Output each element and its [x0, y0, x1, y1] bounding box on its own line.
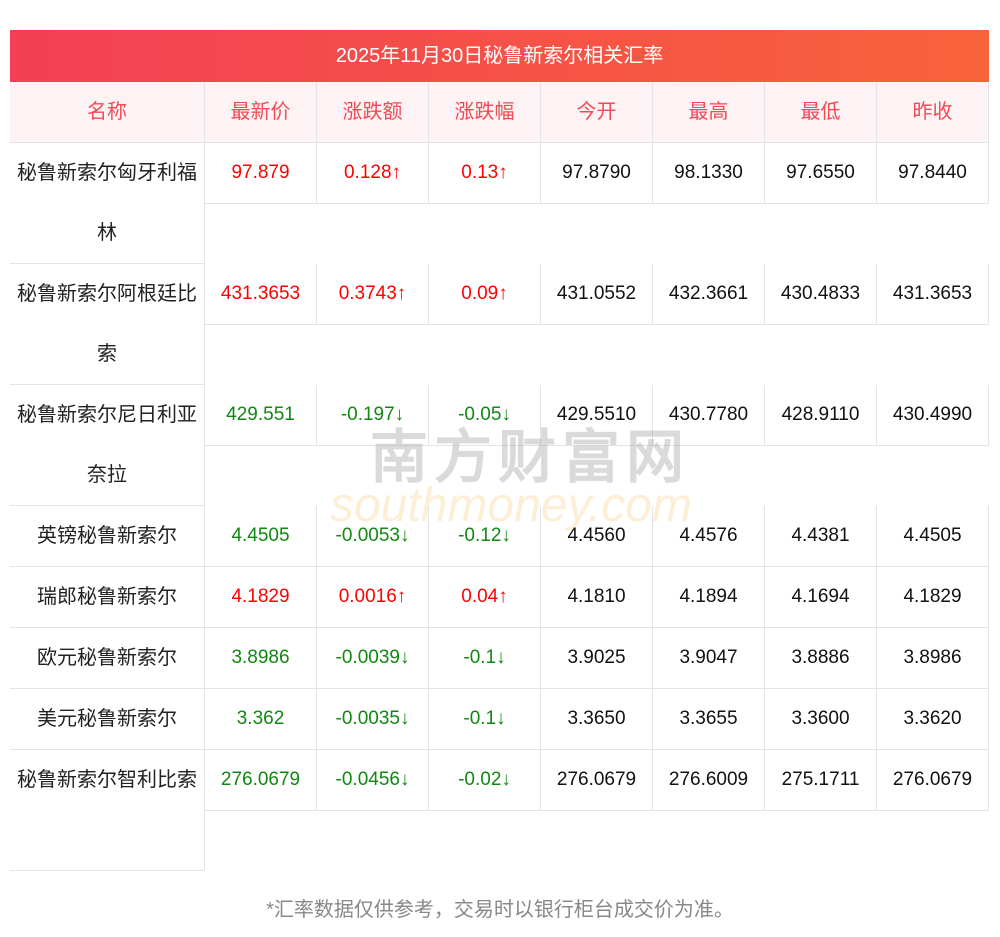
table-row: 美元秘鲁新索尔 3.362 -0.0035↓ -0.1↓ 3.3650 3.3655 3.3… — [10, 689, 989, 750]
cell-high: 430.7780 — [653, 385, 765, 446]
cell-low: 430.4833 — [765, 264, 877, 325]
table-row: 欧元秘鲁新索尔 3.8986 -0.0039↓ -0.1↓ 3.9025 3.9047 3.… — [10, 628, 989, 689]
currency-name: 秘鲁新索尔匈牙利福林 — [10, 143, 205, 264]
currency-name: 欧元秘鲁新索尔 — [10, 628, 205, 689]
cell-pct: -0.1↓ — [429, 628, 541, 689]
cell-change: -0.0053↓ — [317, 506, 429, 567]
cell-latest: 4.1829 — [205, 567, 317, 628]
cell-open: 3.3650 — [541, 689, 653, 750]
cell-high: 276.6009 — [653, 750, 765, 811]
cell-change: 0.0016↑ — [317, 567, 429, 628]
currency-name: 瑞郎秘鲁新索尔 — [10, 567, 205, 628]
cell-open: 4.4560 — [541, 506, 653, 567]
cell-low: 275.1711 — [765, 750, 877, 811]
currency-name: 英镑秘鲁新索尔 — [10, 506, 205, 567]
cell-pct: 0.13↑ — [429, 143, 541, 204]
cell-high: 3.3655 — [653, 689, 765, 750]
cell-prev: 4.4505 — [877, 506, 989, 567]
cell-low: 3.3600 — [765, 689, 877, 750]
header-name: 名称 — [10, 82, 205, 142]
cell-pct: -0.05↓ — [429, 385, 541, 446]
header-latest: 最新价 — [205, 82, 317, 142]
cell-high: 98.1330 — [653, 143, 765, 204]
cell-pct: -0.1↓ — [429, 689, 541, 750]
currency-name: 秘鲁新索尔尼日利亚奈拉 — [10, 385, 205, 506]
cell-prev: 4.1829 — [877, 567, 989, 628]
cell-change: -0.0039↓ — [317, 628, 429, 689]
cell-high: 4.4576 — [653, 506, 765, 567]
footnote: *汇率数据仅供参考，交易时以银行柜台成交价为准。 — [266, 899, 734, 921]
cell-high: 432.3661 — [653, 264, 765, 325]
header-high: 最高 — [653, 82, 765, 142]
table-body: 秘鲁新索尔匈牙利福林 97.879 0.128↑ 0.13↑ 97.8790 98.133… — [10, 143, 989, 871]
cell-latest: 276.0679 — [205, 750, 317, 811]
cell-latest: 4.4505 — [205, 506, 317, 567]
cell-low: 4.1694 — [765, 567, 877, 628]
rates-table: 2025年11月30日秘鲁新索尔相关汇率 名称 最新价 涨跌额 涨跌幅 今开 最… — [10, 30, 989, 871]
cell-latest: 3.8986 — [205, 628, 317, 689]
cell-prev: 97.8440 — [877, 143, 989, 204]
currency-name: 美元秘鲁新索尔 — [10, 689, 205, 750]
cell-low: 3.8886 — [765, 628, 877, 689]
cell-latest: 429.551 — [205, 385, 317, 446]
cell-pct: -0.02↓ — [429, 750, 541, 811]
table-row: 英镑秘鲁新索尔 4.4505 -0.0053↓ -0.12↓ 4.4560 4.4576 4… — [10, 506, 989, 567]
cell-open: 276.0679 — [541, 750, 653, 811]
cell-change: 0.3743↑ — [317, 264, 429, 325]
cell-latest: 431.3653 — [205, 264, 317, 325]
table-row: 瑞郎秘鲁新索尔 4.1829 0.0016↑ 0.04↑ 4.1810 4.1894 4.1… — [10, 567, 989, 628]
cell-high: 4.1894 — [653, 567, 765, 628]
header-low: 最低 — [765, 82, 877, 142]
currency-name: 秘鲁新索尔阿根廷比索 — [10, 264, 205, 385]
table-row: 秘鲁新索尔阿根廷比索 431.3653 0.3743↑ 0.09↑ 431.0552 43… — [10, 264, 989, 385]
table-row: 秘鲁新索尔尼日利亚奈拉 429.551 -0.197↓ -0.05↓ 429.5510 4… — [10, 385, 989, 506]
cell-pct: -0.12↓ — [429, 506, 541, 567]
cell-change: -0.197↓ — [317, 385, 429, 446]
cell-prev: 276.0679 — [877, 750, 989, 811]
cell-change: -0.0035↓ — [317, 689, 429, 750]
cell-low: 97.6550 — [765, 143, 877, 204]
cell-open: 431.0552 — [541, 264, 653, 325]
header-change: 涨跌额 — [317, 82, 429, 142]
table-title: 2025年11月30日秘鲁新索尔相关汇率 — [10, 30, 989, 82]
cell-open: 429.5510 — [541, 385, 653, 446]
cell-prev: 431.3653 — [877, 264, 989, 325]
cell-change: -0.0456↓ — [317, 750, 429, 811]
table-row: 秘鲁新索尔匈牙利福林 97.879 0.128↑ 0.13↑ 97.8790 98.133… — [10, 143, 989, 264]
cell-pct: 0.04↑ — [429, 567, 541, 628]
header-prev: 昨收 — [877, 82, 989, 142]
cell-high: 3.9047 — [653, 628, 765, 689]
header-pct: 涨跌幅 — [429, 82, 541, 142]
cell-open: 3.9025 — [541, 628, 653, 689]
cell-pct: 0.09↑ — [429, 264, 541, 325]
cell-open: 97.8790 — [541, 143, 653, 204]
cell-change: 0.128↑ — [317, 143, 429, 204]
cell-low: 428.9110 — [765, 385, 877, 446]
cell-prev: 430.4990 — [877, 385, 989, 446]
currency-name: 秘鲁新索尔智利比索 — [10, 750, 205, 871]
cell-latest: 3.362 — [205, 689, 317, 750]
cell-latest: 97.879 — [205, 143, 317, 204]
cell-prev: 3.3620 — [877, 689, 989, 750]
header-row: 名称 最新价 涨跌额 涨跌幅 今开 最高 最低 昨收 — [10, 82, 989, 143]
header-open: 今开 — [541, 82, 653, 142]
cell-low: 4.4381 — [765, 506, 877, 567]
cell-prev: 3.8986 — [877, 628, 989, 689]
cell-open: 4.1810 — [541, 567, 653, 628]
table-row: 秘鲁新索尔智利比索 276.0679 -0.0456↓ -0.02↓ 276.0679 2… — [10, 750, 989, 871]
